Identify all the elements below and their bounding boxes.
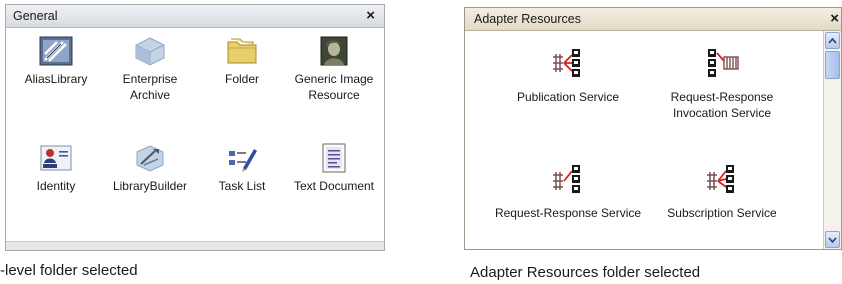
- item-label: Identity: [36, 179, 76, 193]
- library-builder-icon: [136, 145, 164, 172]
- palette-item-enterprise-archive[interactable]: Enterprise Archive: [105, 36, 195, 103]
- panel-title: Adapter Resources: [474, 12, 582, 26]
- panel-title: General: [13, 9, 58, 23]
- left-caption: -level folder selected: [0, 262, 138, 279]
- enterprise-archive-icon: [135, 37, 165, 66]
- item-label: LibraryBuilder: [112, 179, 188, 193]
- scroll-up-button[interactable]: [825, 32, 840, 49]
- panel-title-bar: General ×: [6, 5, 384, 28]
- palette-item-generic-image-resource[interactable]: Generic Image Resource: [289, 36, 379, 103]
- chevron-down-icon: [828, 237, 837, 243]
- item-label: AliasLibrary: [24, 72, 88, 86]
- item-label: Publication Service: [516, 90, 620, 104]
- vertical-scrollbar[interactable]: [823, 31, 841, 249]
- panel-bottom-bar: [6, 241, 384, 250]
- identity-icon: [40, 145, 72, 171]
- palette-item-folder[interactable]: Folder: [197, 36, 287, 87]
- palette-item-request-response-service[interactable]: Request-Response Service: [493, 163, 643, 221]
- palette-item-publication-service[interactable]: Publication Service: [493, 47, 643, 105]
- item-label: Enterprise Archive: [122, 72, 178, 102]
- request-response-service-icon: [553, 165, 580, 193]
- close-panel-button[interactable]: ×: [830, 8, 839, 30]
- close-panel-button[interactable]: ×: [366, 5, 375, 27]
- scroll-thumb[interactable]: [825, 51, 840, 79]
- adapter-resources-panel: Adapter Resources × Publication Service: [464, 7, 842, 250]
- item-label: Folder: [224, 72, 259, 86]
- text-document-icon: [322, 143, 346, 173]
- palette-item-subscription-service[interactable]: Subscription Service: [647, 163, 797, 221]
- folder-icon: [227, 38, 257, 64]
- generic-image-resource-icon: [320, 36, 348, 66]
- item-label: Request-Response Service: [494, 206, 642, 220]
- item-label: Text Document: [293, 179, 375, 193]
- general-palette-panel: General × AliasLibrary Enterprise Archiv…: [5, 4, 385, 251]
- item-label: Subscription Service: [667, 206, 777, 220]
- task-list-icon: [229, 149, 257, 172]
- subscription-service-icon: [707, 165, 734, 193]
- chevron-up-icon: [828, 38, 837, 44]
- palette-item-library-builder[interactable]: LibraryBuilder: [105, 143, 195, 194]
- palette-item-request-response-invocation-service[interactable]: Request-Response Invocation Service: [647, 47, 797, 121]
- right-caption: Adapter Resources folder selected: [470, 264, 701, 281]
- palette-item-alias-library[interactable]: AliasLibrary: [11, 36, 101, 87]
- item-label: Task List: [218, 179, 266, 193]
- request-response-invocation-service-icon: [708, 49, 739, 77]
- scroll-down-button[interactable]: [825, 231, 840, 248]
- palette-item-task-list[interactable]: Task List: [197, 143, 287, 194]
- palette-content: Publication Service Request-Response Inv…: [465, 31, 824, 249]
- palette-item-identity[interactable]: Identity: [11, 143, 101, 194]
- alias-library-icon: [39, 36, 73, 66]
- panel-title-bar: Adapter Resources ×: [465, 8, 841, 31]
- item-label: Generic Image Resource: [294, 72, 374, 102]
- palette-item-text-document[interactable]: Text Document: [289, 143, 379, 194]
- item-label: Request-Response Invocation Service: [670, 90, 774, 120]
- publication-service-icon: [553, 49, 580, 77]
